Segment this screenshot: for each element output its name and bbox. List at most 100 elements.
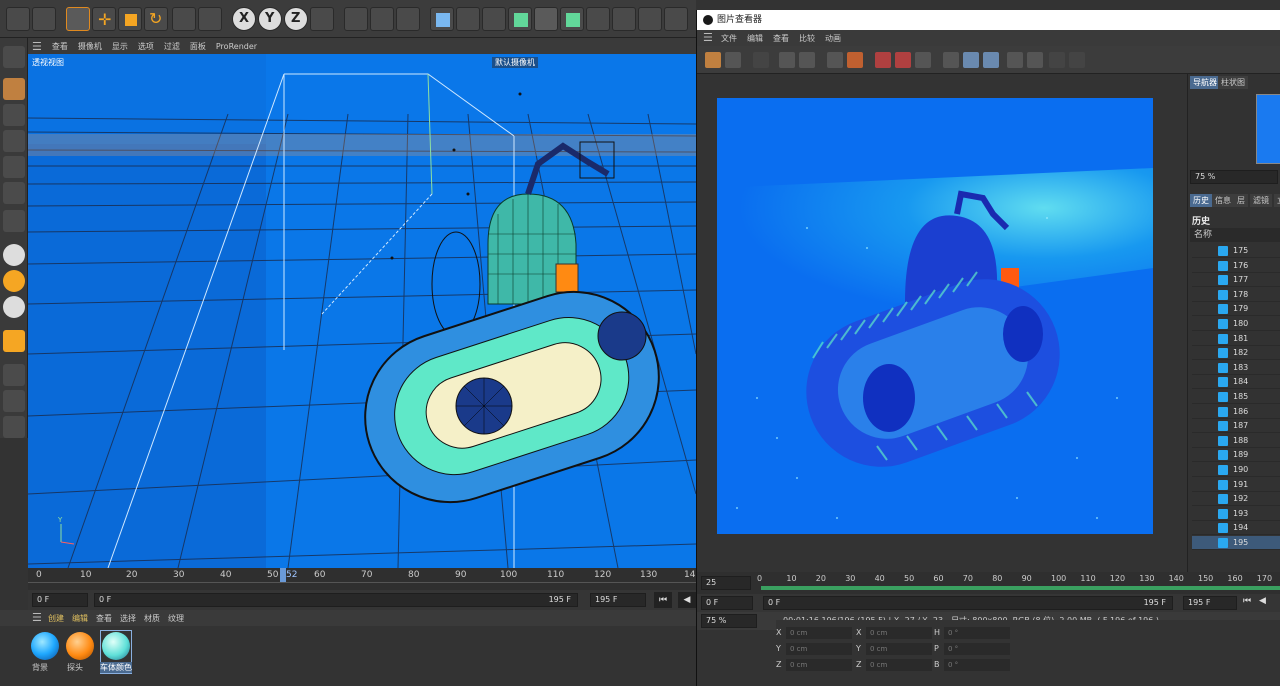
history-row[interactable]: 195 (1192, 536, 1280, 550)
go-to-start-icon[interactable]: ⏮ (654, 592, 672, 608)
coordinate-system-icon[interactable] (310, 7, 334, 31)
coord-field[interactable]: 0 cm (866, 627, 932, 639)
mat-menu-texture[interactable]: 纹理 (168, 613, 184, 624)
array-icon[interactable] (508, 7, 532, 31)
magnet-icon[interactable] (3, 330, 25, 352)
perspective-viewport[interactable]: Y 透视视图 默认摄像机 (28, 54, 696, 568)
redo-icon[interactable] (32, 7, 56, 31)
select-tool-icon[interactable] (66, 7, 90, 31)
set-a-icon[interactable] (1007, 52, 1023, 68)
vp-menu-display[interactable]: 显示 (112, 41, 128, 52)
tab-navigator[interactable]: 导航器 (1190, 76, 1220, 89)
vp-menu-options[interactable]: 选项 (138, 41, 154, 52)
history-row[interactable]: 179 (1192, 302, 1280, 317)
render-picture-viewer-icon[interactable] (370, 7, 394, 31)
vp-menu-panel[interactable]: 面板 (190, 41, 206, 52)
diff-icon[interactable] (1069, 52, 1085, 68)
timeline-ruler[interactable]: 0 10 20 30 40 50 52 60 70 80 90 100 110 … (28, 568, 696, 590)
coord-field[interactable]: 0 cm (786, 643, 852, 655)
pv-zoom-select[interactable]: 75 % (701, 614, 757, 628)
history-row[interactable]: 191 (1192, 478, 1280, 492)
cloner-icon[interactable] (560, 7, 584, 31)
coord-field[interactable]: 0 cm (866, 643, 932, 655)
hamburger-icon[interactable]: ☰ (703, 31, 713, 44)
render-view-icon[interactable] (344, 7, 368, 31)
workplane-snap-icon[interactable] (3, 296, 25, 318)
vp-menu-view[interactable]: 查看 (52, 41, 68, 52)
history-row[interactable]: 194 (1192, 521, 1280, 536)
pv-end-frame[interactable]: 195 F (1183, 596, 1237, 610)
history-row[interactable]: 180 (1192, 317, 1280, 331)
move-tool-icon[interactable]: ✛ (92, 7, 116, 31)
export-icon[interactable] (847, 52, 863, 68)
snap-icon[interactable] (3, 244, 25, 266)
mat-menu-material[interactable]: 材质 (144, 613, 160, 624)
history-row[interactable]: 190 (1192, 463, 1280, 477)
history-row[interactable]: 177 (1192, 273, 1280, 288)
tab-histogram[interactable]: 柱状图 (1218, 76, 1248, 89)
mat-menu-select[interactable]: 选择 (120, 613, 136, 624)
checker-icon[interactable] (3, 390, 25, 412)
tab-stereo[interactable]: 立 (1274, 194, 1280, 207)
tab-history[interactable]: 历史 (1190, 194, 1212, 207)
history-row[interactable]: 178 (1192, 288, 1280, 302)
ab-swap-icon[interactable] (915, 52, 931, 68)
lock-icon[interactable] (3, 416, 25, 438)
start-frame-field[interactable]: 0 F (32, 593, 88, 607)
pv-start-frame[interactable]: 0 F (701, 596, 753, 610)
save-icon[interactable] (725, 52, 741, 68)
swap-ab-icon[interactable] (1049, 52, 1065, 68)
history-row[interactable]: 189 (1192, 448, 1280, 463)
coord-field[interactable]: 0 ° (944, 659, 1010, 671)
history-row[interactable]: 181 (1192, 332, 1280, 346)
floor-icon[interactable] (638, 7, 662, 31)
deformer-icon[interactable] (534, 7, 558, 31)
recent-tool-icon[interactable] (198, 7, 222, 31)
texture-mode-icon[interactable] (3, 104, 25, 126)
field-icon[interactable] (586, 7, 610, 31)
history-row[interactable]: 186 (1192, 405, 1280, 419)
pv-prev-icon[interactable]: ◀ (1259, 596, 1266, 606)
camera-icon[interactable] (664, 7, 688, 31)
workplane-icon[interactable] (3, 364, 25, 386)
tab-info[interactable]: 信息 (1212, 194, 1234, 207)
set-b-icon[interactable] (1027, 52, 1043, 68)
fps-field[interactable]: 25 (701, 576, 751, 590)
material-ball-body[interactable] (102, 632, 130, 660)
pv-menu-compare[interactable]: 比较 (799, 33, 815, 44)
pv-menu-view[interactable]: 查看 (773, 33, 789, 44)
history-row[interactable]: 176 (1192, 259, 1280, 273)
z-axis-icon[interactable]: Z (284, 7, 308, 31)
vp-menu-filter[interactable]: 过滤 (164, 41, 180, 52)
pv-go-start-icon[interactable]: ⏮ (1243, 596, 1251, 606)
light-icon[interactable] (612, 7, 636, 31)
pen-icon[interactable] (456, 7, 480, 31)
coord-field[interactable]: 0 ° (944, 627, 1010, 639)
hamburger-icon[interactable]: ☰ (32, 611, 42, 624)
prev-key-icon[interactable]: ◀ (678, 592, 696, 608)
mat-menu-edit[interactable]: 编辑 (72, 613, 88, 624)
axis-mode-icon[interactable] (3, 210, 25, 232)
x-axis-icon[interactable]: X (232, 7, 256, 31)
edge-mode-icon[interactable] (3, 156, 25, 178)
make-editable-icon[interactable] (3, 46, 25, 68)
split-h-icon[interactable] (963, 52, 979, 68)
y-axis-icon[interactable]: Y (258, 7, 282, 31)
material-ball-probe[interactable] (66, 632, 94, 660)
pv-timeline-ruler[interactable]: 25 0 10 20 30 40 50 60 70 80 90 100 110 120 130 140 150… (697, 572, 1280, 594)
render-user-icon[interactable] (799, 52, 815, 68)
vp-menu-camera[interactable]: 摄像机 (78, 41, 102, 52)
undo-icon[interactable] (6, 7, 30, 31)
coord-field[interactable]: 0 cm (866, 659, 932, 671)
render-image[interactable] (717, 98, 1153, 534)
history-row[interactable]: 192 (1192, 492, 1280, 507)
pv-menu-edit[interactable]: 编辑 (747, 33, 763, 44)
history-row[interactable]: 184 (1192, 375, 1280, 390)
camera-badge[interactable]: 默认摄像机 (492, 57, 538, 68)
coord-field[interactable]: 0 ° (944, 643, 1010, 655)
polygon-mode-icon[interactable] (3, 182, 25, 204)
ab-right-icon[interactable] (895, 52, 911, 68)
scale-tool-icon[interactable] (118, 7, 142, 31)
mat-menu-view[interactable]: 查看 (96, 613, 112, 624)
render-settings-icon[interactable] (396, 7, 420, 31)
